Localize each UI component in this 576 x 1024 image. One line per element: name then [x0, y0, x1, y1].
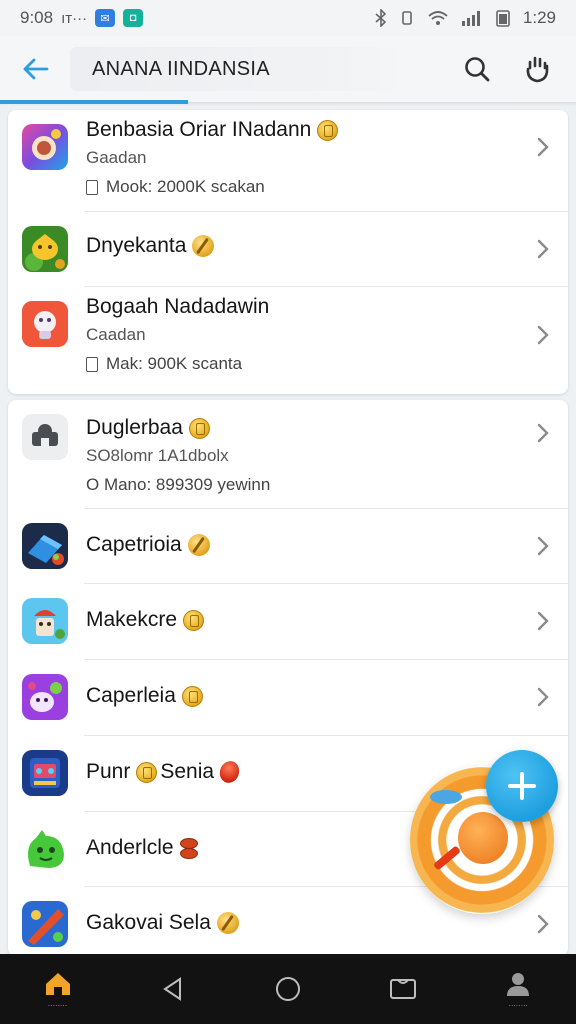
- chevron-right-icon: [532, 422, 554, 444]
- list-item-title: Gakovai Sela: [86, 911, 211, 934]
- back-button[interactable]: [0, 36, 70, 102]
- list-item-title: Anderlcle: [86, 836, 174, 859]
- home-icon: [45, 972, 70, 995]
- app-icon-duglerbaa: [22, 414, 68, 460]
- app-icon-capetrioia: [22, 523, 68, 569]
- vibrate-icon: [402, 11, 412, 25]
- nav-home-label: ........: [47, 998, 68, 1008]
- list-item-meta: O Mano: 899309 yewinn: [86, 475, 271, 494]
- search-button[interactable]: [456, 48, 498, 90]
- plus-icon: [508, 772, 536, 800]
- app-bar: ANANA IINDANSIA: [0, 36, 576, 102]
- search-input[interactable]: ANANA IINDANSIA: [70, 47, 410, 91]
- nav-profile-label: ........: [508, 998, 529, 1008]
- app-icon-benbasia: [22, 124, 68, 170]
- bluetooth-icon: [375, 9, 387, 27]
- coin-icon: [183, 609, 205, 631]
- notification-chat-icon: ◘: [123, 9, 144, 27]
- coin-icon: [188, 417, 210, 439]
- nav-profile[interactable]: ........: [483, 959, 553, 1019]
- list-item[interactable]: Caperleia: [8, 660, 568, 736]
- list-item-subtitle: Gaadan: [86, 148, 147, 167]
- list-item-title: Duglerbaa: [86, 416, 183, 439]
- nav-recents[interactable]: [368, 959, 438, 1019]
- list-group-1: Benbasia Oriar INadann Gaadan Mook: 2000…: [8, 110, 568, 394]
- list-item[interactable]: Dnyekanta: [8, 212, 568, 286]
- gesture-button[interactable]: [516, 48, 558, 90]
- chevron-right-icon: [532, 324, 554, 346]
- list-item-subtitle: Caadan: [86, 325, 146, 344]
- coin-icon: [192, 235, 215, 257]
- battery-icon: [496, 10, 510, 27]
- add-button[interactable]: [486, 750, 558, 822]
- chevron-right-icon: [532, 610, 554, 632]
- app-icon-bogaah: [22, 301, 68, 347]
- chevron-right-icon: [532, 535, 554, 557]
- phone-icon: [86, 356, 98, 372]
- coin-icon: [136, 761, 158, 783]
- chevron-right-icon: [532, 238, 554, 260]
- app-icon-makekcre: [22, 598, 68, 644]
- search-input-value: ANANA IINDANSIA: [92, 57, 270, 80]
- home-circle-icon: [275, 977, 300, 1001]
- coin-icon: [216, 912, 239, 934]
- coin-icon: [181, 685, 203, 707]
- list-item-title: Makekcre: [86, 608, 178, 631]
- list-item-title-suffix: Senia: [160, 760, 215, 783]
- back-triangle-icon: [162, 977, 181, 1001]
- app-icon-caperleia: [22, 674, 68, 720]
- list-item[interactable]: Duglerbaa SO8lomr 1A1dbolx O Mano: 89930…: [8, 400, 568, 508]
- tab-indicator: [0, 100, 188, 104]
- status-bar: 9:08 ıт··· ✉ ◘ 1:29: [0, 0, 576, 36]
- chevron-right-icon: [532, 913, 554, 935]
- coin-red-icon: [216, 758, 243, 786]
- ring-core: [458, 812, 508, 864]
- list-item-subtitle: SO8lomr 1A1dbolx: [86, 446, 229, 465]
- list-item-title: Bogaah Nadadawin: [86, 295, 270, 318]
- app-icon-gakovai: [22, 901, 68, 947]
- ring-needle: [432, 845, 462, 871]
- nav-home-circle[interactable]: [253, 959, 323, 1019]
- list-item-title: Dnyekanta: [86, 234, 187, 257]
- profile-icon: [507, 972, 530, 996]
- nav-home[interactable]: ........: [23, 959, 93, 1019]
- list-item-meta: Mak: 900K scanta: [106, 354, 243, 373]
- app-icon-anderlcle: [22, 826, 68, 872]
- carrier-text: ıт···: [61, 9, 88, 27]
- list-item-title: Capetrioia: [86, 533, 182, 556]
- list-item[interactable]: Makekcre: [8, 584, 568, 660]
- recents-icon: [390, 979, 417, 999]
- signal-icon: [461, 11, 480, 26]
- hand-icon: [526, 56, 549, 83]
- back-arrow-icon: [23, 58, 49, 80]
- app-icon-punr: [22, 750, 68, 796]
- status-time-right: 1:29: [522, 8, 556, 27]
- status-time-left: 9:08: [20, 8, 54, 27]
- chevron-right-icon: [532, 686, 554, 708]
- nav-back[interactable]: [138, 959, 208, 1019]
- coin-icon: [187, 534, 210, 556]
- bottom-navigation: ........ ........: [0, 954, 576, 1024]
- search-icon: [465, 57, 490, 82]
- list-item[interactable]: Capetrioia: [8, 509, 568, 583]
- list-item[interactable]: Benbasia Oriar INadann Gaadan Mook: 2000…: [8, 110, 568, 210]
- list-item-title: Punr: [86, 760, 131, 783]
- coin-icon: [317, 119, 339, 141]
- wifi-icon: [428, 11, 448, 25]
- app-icon-dnyekanta: [22, 226, 68, 272]
- list-item-title: Benbasia Oriar INadann: [86, 118, 312, 141]
- coin-stack-icon: [179, 838, 198, 859]
- notification-mail-icon: ✉: [95, 9, 116, 27]
- ring-accent: [430, 790, 462, 804]
- chevron-right-icon: [532, 136, 554, 158]
- list-item-title: Caperleia: [86, 684, 176, 707]
- list-item[interactable]: Bogaah Nadadawin Caadan Mak: 900K scanta: [8, 287, 568, 393]
- phone-icon: [86, 179, 98, 195]
- list-item-meta: Mook: 2000K scakan: [106, 177, 265, 196]
